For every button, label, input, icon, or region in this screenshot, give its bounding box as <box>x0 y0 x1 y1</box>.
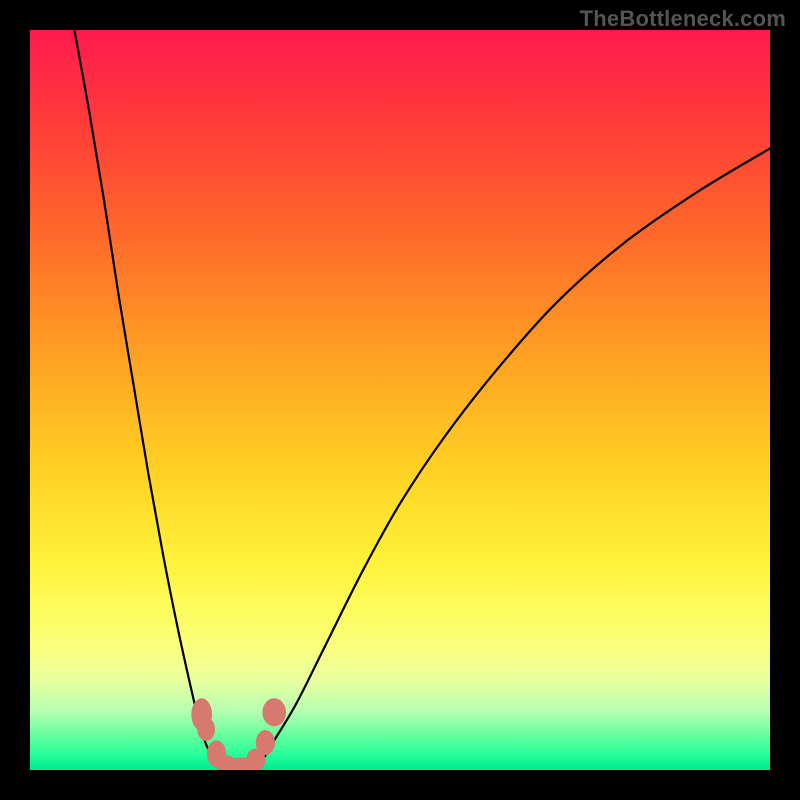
chart-frame: TheBottleneck.com <box>0 0 800 800</box>
marker-group <box>191 698 286 770</box>
curve-right <box>252 148 770 770</box>
curve-left <box>74 30 229 770</box>
curves-svg <box>30 30 770 770</box>
valley-marker-7 <box>262 698 286 726</box>
watermark-text: TheBottleneck.com <box>580 6 786 32</box>
valley-marker-1 <box>197 717 215 741</box>
valley-marker-6 <box>256 730 275 755</box>
plot-area <box>30 30 770 770</box>
